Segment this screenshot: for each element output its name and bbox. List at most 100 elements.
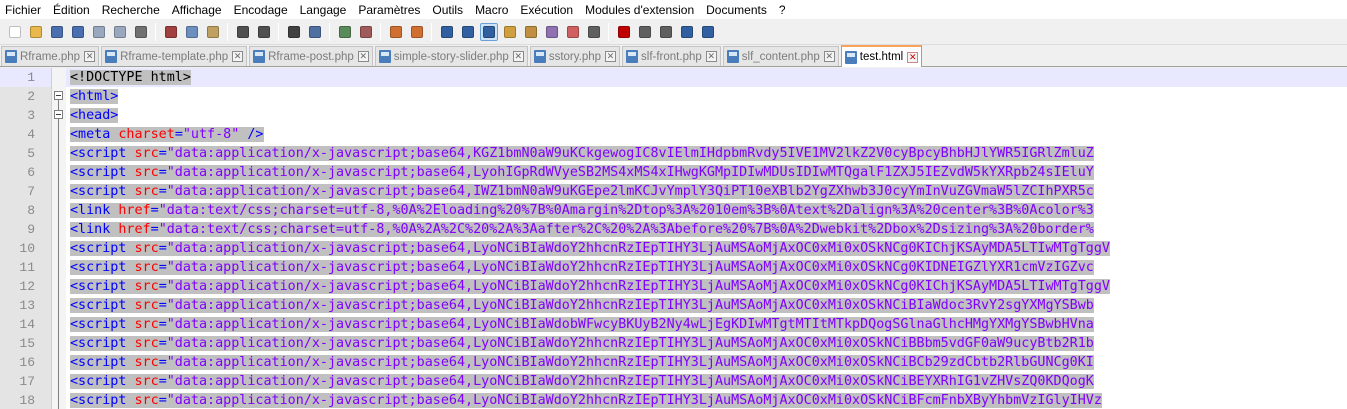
sync-horizontal-button[interactable] bbox=[409, 24, 425, 40]
paste-button[interactable] bbox=[205, 24, 221, 40]
menu-item[interactable]: Modules d'extension bbox=[579, 0, 700, 20]
menu-item[interactable]: Macro bbox=[469, 0, 514, 20]
code-line[interactable]: <script src="data:application/x-javascri… bbox=[66, 182, 1347, 201]
line-number: 12 bbox=[19, 279, 35, 294]
tab-rframe-template-php[interactable]: Rframe-template.php ✕ bbox=[101, 46, 248, 66]
code-line[interactable]: <meta charset="utf-8" /> bbox=[66, 125, 1347, 144]
save-all-button[interactable] bbox=[70, 24, 86, 40]
open-folder-button[interactable] bbox=[28, 24, 44, 40]
show-all-chars-button[interactable] bbox=[460, 24, 476, 40]
code-line[interactable]: <script src="data:application/x-javascri… bbox=[66, 163, 1347, 182]
copy-button[interactable] bbox=[184, 24, 200, 40]
file-icon bbox=[253, 50, 266, 63]
code-line[interactable]: <script src="data:application/x-javascri… bbox=[66, 239, 1347, 258]
new-file-button[interactable] bbox=[7, 24, 23, 40]
doc-map-button[interactable] bbox=[523, 24, 539, 40]
code-line[interactable]: <script src="data:application/x-javascri… bbox=[66, 277, 1347, 296]
code-line[interactable]: <script src="data:application/x-javascri… bbox=[66, 334, 1347, 353]
selection: <script src="data:application/x-javascri… bbox=[70, 279, 1110, 294]
tab-rframe-php[interactable]: Rframe.php ✕ bbox=[1, 46, 100, 66]
tab-rframe-post-php[interactable]: Rframe-post.php ✕ bbox=[249, 46, 373, 66]
tab-sstory-php[interactable]: sstory.php ✕ bbox=[529, 46, 621, 66]
close-tab-icon[interactable]: ✕ bbox=[512, 51, 524, 62]
fold-margin[interactable] bbox=[52, 68, 66, 409]
menu-item[interactable]: Documents bbox=[700, 0, 773, 20]
code-token: "data:application/x-javascript;base64,Ly… bbox=[166, 336, 1094, 351]
sync-horizontal-icon bbox=[410, 26, 423, 38]
code-token: src bbox=[134, 260, 159, 275]
folder-workspace-button[interactable] bbox=[565, 24, 581, 40]
zoom-out-button[interactable] bbox=[358, 24, 374, 40]
close-tab-icon[interactable]: ✕ bbox=[605, 51, 617, 62]
close-tab-icon[interactable]: ✕ bbox=[907, 51, 919, 63]
tab-slf-front-php[interactable]: slf-front.php ✕ bbox=[622, 46, 721, 66]
close-tab-icon[interactable]: ✕ bbox=[84, 51, 96, 62]
code-line[interactable]: <script src="data:application/x-javascri… bbox=[66, 296, 1347, 315]
tab-simple-story-slider-php[interactable]: simple-story-slider.php ✕ bbox=[374, 46, 528, 66]
code-area[interactable]: <!DOCTYPE html> <html> <head> <meta charset… bbox=[66, 68, 1347, 409]
code-token: "data:application/x-javascript;base64,Ly… bbox=[166, 298, 1094, 313]
close-tab-icon[interactable]: ✕ bbox=[357, 51, 369, 62]
menu-item[interactable]: Fichier bbox=[2, 0, 47, 20]
close-all-button[interactable] bbox=[112, 24, 128, 40]
code-line[interactable]: <html> bbox=[66, 87, 1347, 106]
close-tab-icon[interactable]: ✕ bbox=[823, 51, 835, 62]
menu-item[interactable]: Exécution bbox=[514, 0, 579, 20]
code-line[interactable]: <!DOCTYPE html> bbox=[66, 68, 1347, 87]
replace-button[interactable] bbox=[307, 24, 323, 40]
menu-item[interactable]: Affichage bbox=[166, 0, 228, 20]
menu-item[interactable]: Édition bbox=[47, 0, 96, 20]
zoom-in-button[interactable] bbox=[337, 24, 353, 40]
menu-item[interactable]: Recherche bbox=[96, 0, 166, 20]
stop-record-button[interactable] bbox=[637, 24, 653, 40]
close-button[interactable] bbox=[91, 24, 107, 40]
play-macro-button[interactable] bbox=[658, 24, 674, 40]
save-macro-button[interactable] bbox=[700, 24, 716, 40]
sync-vertical-button[interactable] bbox=[388, 24, 404, 40]
word-wrap-button[interactable] bbox=[439, 24, 455, 40]
find-button[interactable] bbox=[286, 24, 302, 40]
code-line[interactable]: <head> bbox=[66, 106, 1347, 125]
menu-item[interactable]: Outils bbox=[426, 0, 469, 20]
code-line[interactable]: <script src="data:application/x-javascri… bbox=[66, 372, 1347, 391]
close-tab-icon[interactable]: ✕ bbox=[232, 51, 244, 62]
indent-guide-button[interactable] bbox=[479, 23, 498, 41]
tab-test-html[interactable]: test.html ✕ bbox=[840, 45, 923, 67]
cut-button[interactable] bbox=[163, 24, 179, 40]
find-icon bbox=[287, 26, 300, 38]
editor[interactable]: 1 2 3 4 5 6 7 8 9 10 11 12 13 14 15 16 17 18 <!DOCTYPE ht… bbox=[0, 68, 1347, 409]
code-line[interactable]: <script src="data:application/x-javascri… bbox=[66, 144, 1347, 163]
code-line[interactable]: <link href="data:text/css;charset=utf-8,… bbox=[66, 220, 1347, 239]
function-list-button[interactable] bbox=[544, 24, 560, 40]
undo-icon bbox=[236, 26, 249, 38]
fold-guide bbox=[58, 125, 59, 144]
selection: <link href="data:text/css;charset=utf-8,… bbox=[70, 203, 1094, 218]
fold-box-icon[interactable] bbox=[54, 110, 63, 119]
code-token: = bbox=[158, 279, 167, 294]
menu-item[interactable]: Encodage bbox=[228, 0, 294, 20]
file-icon bbox=[726, 50, 739, 63]
play-multiple-button[interactable] bbox=[679, 24, 695, 40]
code-line[interactable]: <link href="data:text/css;charset=utf-8,… bbox=[66, 201, 1347, 220]
record-macro-button[interactable] bbox=[616, 24, 632, 40]
code-token: <link bbox=[70, 203, 119, 218]
menu-item[interactable]: Paramètres bbox=[352, 0, 426, 20]
print-button[interactable] bbox=[133, 24, 149, 40]
fold-toggle-icon[interactable] bbox=[52, 106, 66, 125]
code-line[interactable]: <script src="data:application/x-javascri… bbox=[66, 353, 1347, 372]
fold-toggle-icon[interactable] bbox=[52, 87, 66, 106]
fold-box-icon[interactable] bbox=[54, 91, 63, 100]
monitor-button[interactable] bbox=[586, 24, 602, 40]
undo-button[interactable] bbox=[235, 24, 251, 40]
user-language-button[interactable] bbox=[502, 24, 518, 40]
menu-item[interactable]: ? bbox=[773, 0, 792, 20]
menu-item[interactable]: Langage bbox=[294, 0, 353, 20]
code-line[interactable]: <script src="data:application/x-javascri… bbox=[66, 258, 1347, 277]
code-line[interactable]: <script src="data:application/x-javascri… bbox=[66, 315, 1347, 334]
close-tab-icon[interactable]: ✕ bbox=[705, 51, 717, 62]
code-line[interactable]: <script src="data:application/x-javascri… bbox=[66, 391, 1347, 409]
redo-button[interactable] bbox=[256, 24, 272, 40]
save-icon bbox=[50, 26, 63, 38]
tab-slf-content-php[interactable]: slf_content.php ✕ bbox=[722, 46, 839, 66]
save-button[interactable] bbox=[49, 24, 65, 40]
